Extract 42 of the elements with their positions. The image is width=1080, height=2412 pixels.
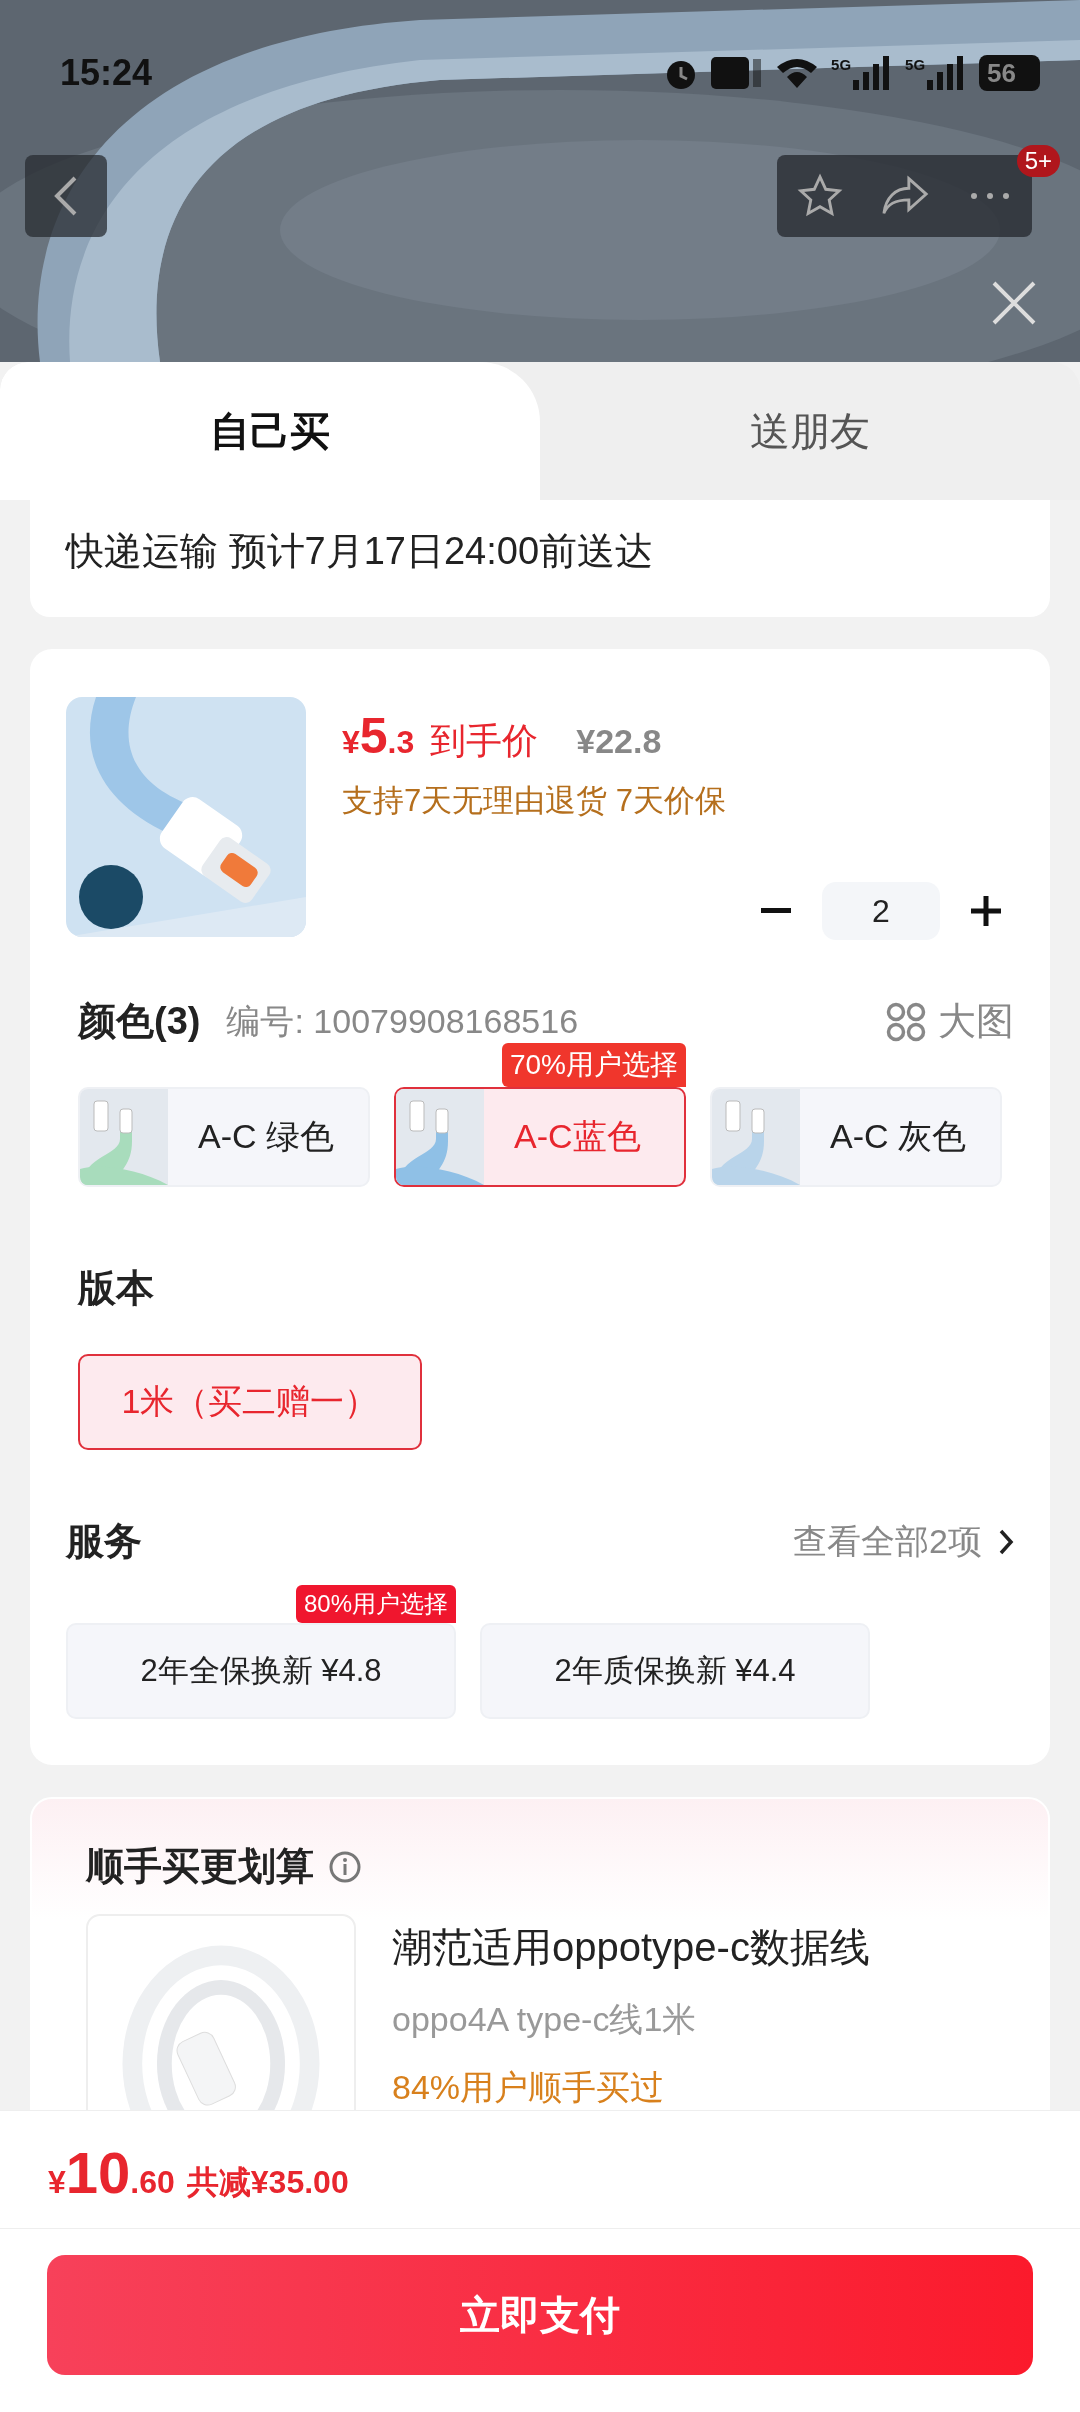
total-price: ¥10.60: [48, 2139, 175, 2206]
price-label: 到手价: [430, 719, 539, 763]
minus-icon: [761, 908, 791, 914]
network-label: 5G: [831, 55, 852, 73]
service-option[interactable]: 2年全保换新 ¥4.8: [66, 1623, 456, 1719]
guarantee-text: 支持7天无理由退货 7天价保: [342, 782, 728, 820]
recommend-product-spec: oppo4A type-c线1米: [392, 1999, 698, 2040]
tab[interactable]: 自己买: [0, 362, 540, 500]
quantity-field[interactable]: 2: [822, 882, 940, 940]
plus-icon: [971, 896, 1001, 926]
recommend-note: 84%用户顺手买过: [392, 2067, 666, 2108]
status-time: 15:24: [60, 51, 153, 94]
discount-text: 共减¥35.00: [186, 2163, 349, 2202]
section-title: 顺手买更划算: [86, 1844, 314, 1889]
back-button[interactable]: [25, 155, 107, 237]
network-label: 5G: [905, 55, 926, 73]
message-badge: 5+: [1016, 145, 1060, 177]
final-price: ¥5.3: [342, 707, 415, 765]
popularity-badge: 80%用户选择: [295, 1585, 456, 1623]
grid-icon: [886, 1001, 926, 1042]
star-icon: [796, 173, 843, 219]
view-all-link[interactable]: 查看全部2项: [793, 1518, 1014, 1565]
delivery-text: 快递运输 预计7月17日24:00前送达: [66, 530, 654, 572]
recommend-product-name: 潮范适用oppotype-c数据线: [392, 1924, 870, 1971]
info-icon[interactable]: [328, 1849, 362, 1884]
more-icon: [969, 192, 1010, 200]
version-option[interactable]: 1米（买二赠一）: [78, 1354, 422, 1450]
popularity-badge: 70%用户选择: [501, 1043, 686, 1087]
large-image-button[interactable]: 大图: [886, 996, 1014, 1047]
color-option[interactable]: A-C蓝色: [394, 1087, 686, 1187]
chevron-right-icon: [998, 1527, 1014, 1556]
section-title: 服务: [66, 1519, 142, 1564]
battery-level: 56: [979, 54, 1040, 91]
pay-button[interactable]: 立即支付: [47, 2255, 1033, 2375]
hd-icon: [711, 54, 764, 91]
section-title: 颜色(3): [78, 999, 201, 1044]
original-price: ¥22.8: [576, 722, 662, 761]
section-title: 版本: [78, 1266, 154, 1311]
color-option[interactable]: A-C 绿色: [78, 1087, 370, 1187]
product-code: 编号: 10079908168516: [226, 1000, 580, 1042]
color-option[interactable]: A-C 灰色: [710, 1087, 1002, 1187]
service-option[interactable]: 2年质保换新 ¥4.4: [480, 1623, 870, 1719]
